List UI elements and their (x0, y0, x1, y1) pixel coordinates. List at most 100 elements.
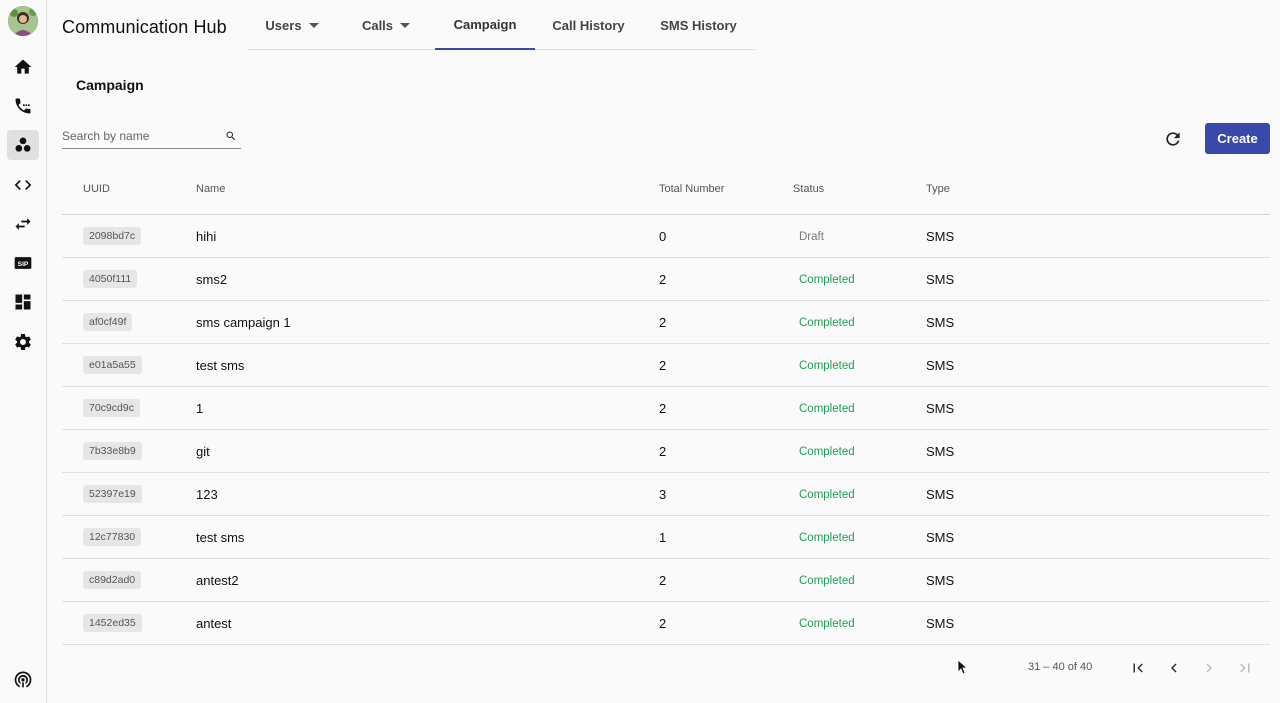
status-badge: Completed (799, 575, 855, 587)
search-field (62, 124, 241, 149)
last-page-button[interactable] (1232, 655, 1258, 681)
status-badge: Completed (799, 618, 855, 630)
settings-nav-button[interactable] (7, 327, 39, 357)
mouse-cursor-icon (957, 659, 967, 675)
sidebar: SIP (0, 0, 47, 703)
refresh-icon (1166, 132, 1180, 146)
uuid-chip: 1452ed35 (83, 614, 142, 632)
chevron-left-icon (1171, 663, 1177, 673)
tab-sms-history[interactable]: SMS History (642, 0, 755, 50)
code-icon (14, 180, 32, 190)
uuid-chip: 7b33e8b9 (83, 442, 142, 460)
transfer-nav-button[interactable] (7, 209, 39, 239)
main-tabs: Users Calls Campaign Call History SMS Hi… (247, 0, 755, 50)
chevron-down-icon (308, 22, 319, 28)
total-number: 1 (659, 530, 667, 545)
total-number: 3 (659, 487, 667, 502)
total-number: 2 (659, 358, 667, 373)
refresh-button[interactable] (1161, 127, 1185, 151)
column-header-total[interactable]: Total Number (659, 183, 724, 195)
sip-icon: SIP (14, 257, 32, 269)
tab-users[interactable]: Users (247, 0, 337, 50)
campaign-name: 123 (196, 487, 218, 502)
table-row[interactable]: 2098bd7c hihi 0 Draft SMS (62, 215, 1270, 258)
calls-nav-button[interactable] (7, 91, 39, 121)
total-number: 2 (659, 616, 667, 631)
chevron-right-icon (1206, 663, 1212, 673)
status-badge: Completed (799, 360, 855, 372)
next-page-button[interactable] (1196, 655, 1222, 681)
campaign-name: test sms (196, 530, 245, 545)
campaign-name: 1 (196, 401, 204, 416)
campaign-name: sms campaign 1 (196, 315, 291, 330)
status-badge: Completed (799, 446, 855, 458)
campaign-icon (15, 137, 31, 152)
code-nav-button[interactable] (7, 170, 39, 200)
swap-icon (15, 218, 31, 230)
podcast-icon (14, 671, 32, 688)
status-badge: Completed (799, 403, 855, 415)
uuid-chip: 2098bd7c (83, 227, 142, 245)
column-header-name[interactable]: Name (196, 183, 225, 195)
status-badge: Completed (799, 274, 855, 286)
campaign-type: SMS (926, 401, 955, 416)
total-number: 2 (659, 401, 667, 416)
first-page-button[interactable] (1125, 655, 1151, 681)
dashboard-nav-button[interactable] (7, 287, 39, 317)
table-row[interactable]: 52397e19 123 3 Completed SMS (62, 473, 1270, 516)
campaign-name: antest (196, 616, 232, 631)
table-row[interactable]: af0cf49f sms campaign 1 2 Completed SMS (62, 301, 1270, 344)
pagination-range: 31 – 40 of 40 (1028, 661, 1093, 673)
column-header-uuid[interactable]: UUID (83, 183, 110, 195)
home-nav-button[interactable] (7, 52, 39, 82)
app-title: Communication Hub (62, 17, 227, 37)
campaign-table: UUID Name Total Number Status Type 2098b… (62, 164, 1270, 645)
total-number: 2 (659, 444, 667, 459)
uuid-chip: 52397e19 (83, 485, 142, 503)
status-badge: Completed (799, 317, 855, 329)
home-icon (14, 59, 32, 74)
last-page-icon (1240, 663, 1250, 673)
table-row[interactable]: 4050f111 sms2 2 Completed SMS (62, 258, 1270, 301)
create-button[interactable]: Create (1205, 123, 1270, 154)
campaign-name: sms2 (196, 272, 228, 287)
tab-calls[interactable]: Calls (337, 0, 435, 50)
previous-page-button[interactable] (1161, 655, 1187, 681)
tab-call-history-label: Call History (552, 17, 625, 33)
uuid-chip: e01a5a55 (83, 356, 142, 374)
tab-campaign-label: Campaign (453, 16, 517, 32)
uuid-chip: 4050f111 (83, 270, 138, 288)
campaign-type: SMS (926, 487, 955, 502)
sip-nav-button[interactable]: SIP (7, 248, 39, 278)
table-row[interactable]: 1452ed35 antest 2 Completed SMS (62, 602, 1270, 645)
campaign-name: git (196, 444, 210, 459)
search-icon[interactable] (225, 130, 237, 142)
total-number: 2 (659, 573, 667, 588)
settings-icon (15, 333, 31, 350)
broadcast-nav-button[interactable] (7, 664, 39, 694)
uuid-chip: 70c9cd9c (83, 399, 140, 417)
campaign-nav-button[interactable] (7, 130, 39, 160)
first-page-icon (1133, 663, 1143, 673)
user-avatar[interactable] (8, 6, 38, 36)
uuid-chip: c89d2ad0 (83, 571, 142, 589)
column-header-type[interactable]: Type (926, 183, 950, 195)
search-input[interactable] (62, 124, 217, 148)
total-number: 2 (659, 272, 667, 287)
tab-calls-label: Calls (361, 17, 394, 33)
dashboard-icon (15, 294, 31, 310)
tab-campaign[interactable]: Campaign (435, 0, 535, 50)
tab-call-history[interactable]: Call History (535, 0, 642, 50)
table-row[interactable]: 7b33e8b9 git 2 Completed SMS (62, 430, 1270, 473)
table-row[interactable]: e01a5a55 test sms 2 Completed SMS (62, 344, 1270, 387)
table-row[interactable]: 70c9cd9c 1 2 Completed SMS (62, 387, 1270, 430)
status-badge: Draft (799, 231, 824, 243)
chevron-down-icon (400, 22, 411, 28)
sip-icon-label: SIP (18, 261, 29, 268)
tab-sms-history-label: SMS History (660, 17, 737, 33)
phone-forward-icon (15, 98, 31, 114)
table-row[interactable]: 12c77830 test sms 1 Completed SMS (62, 516, 1270, 559)
uuid-chip: af0cf49f (83, 313, 133, 331)
column-header-status[interactable]: Status (793, 183, 824, 195)
table-row[interactable]: c89d2ad0 antest2 2 Completed SMS (62, 559, 1270, 602)
